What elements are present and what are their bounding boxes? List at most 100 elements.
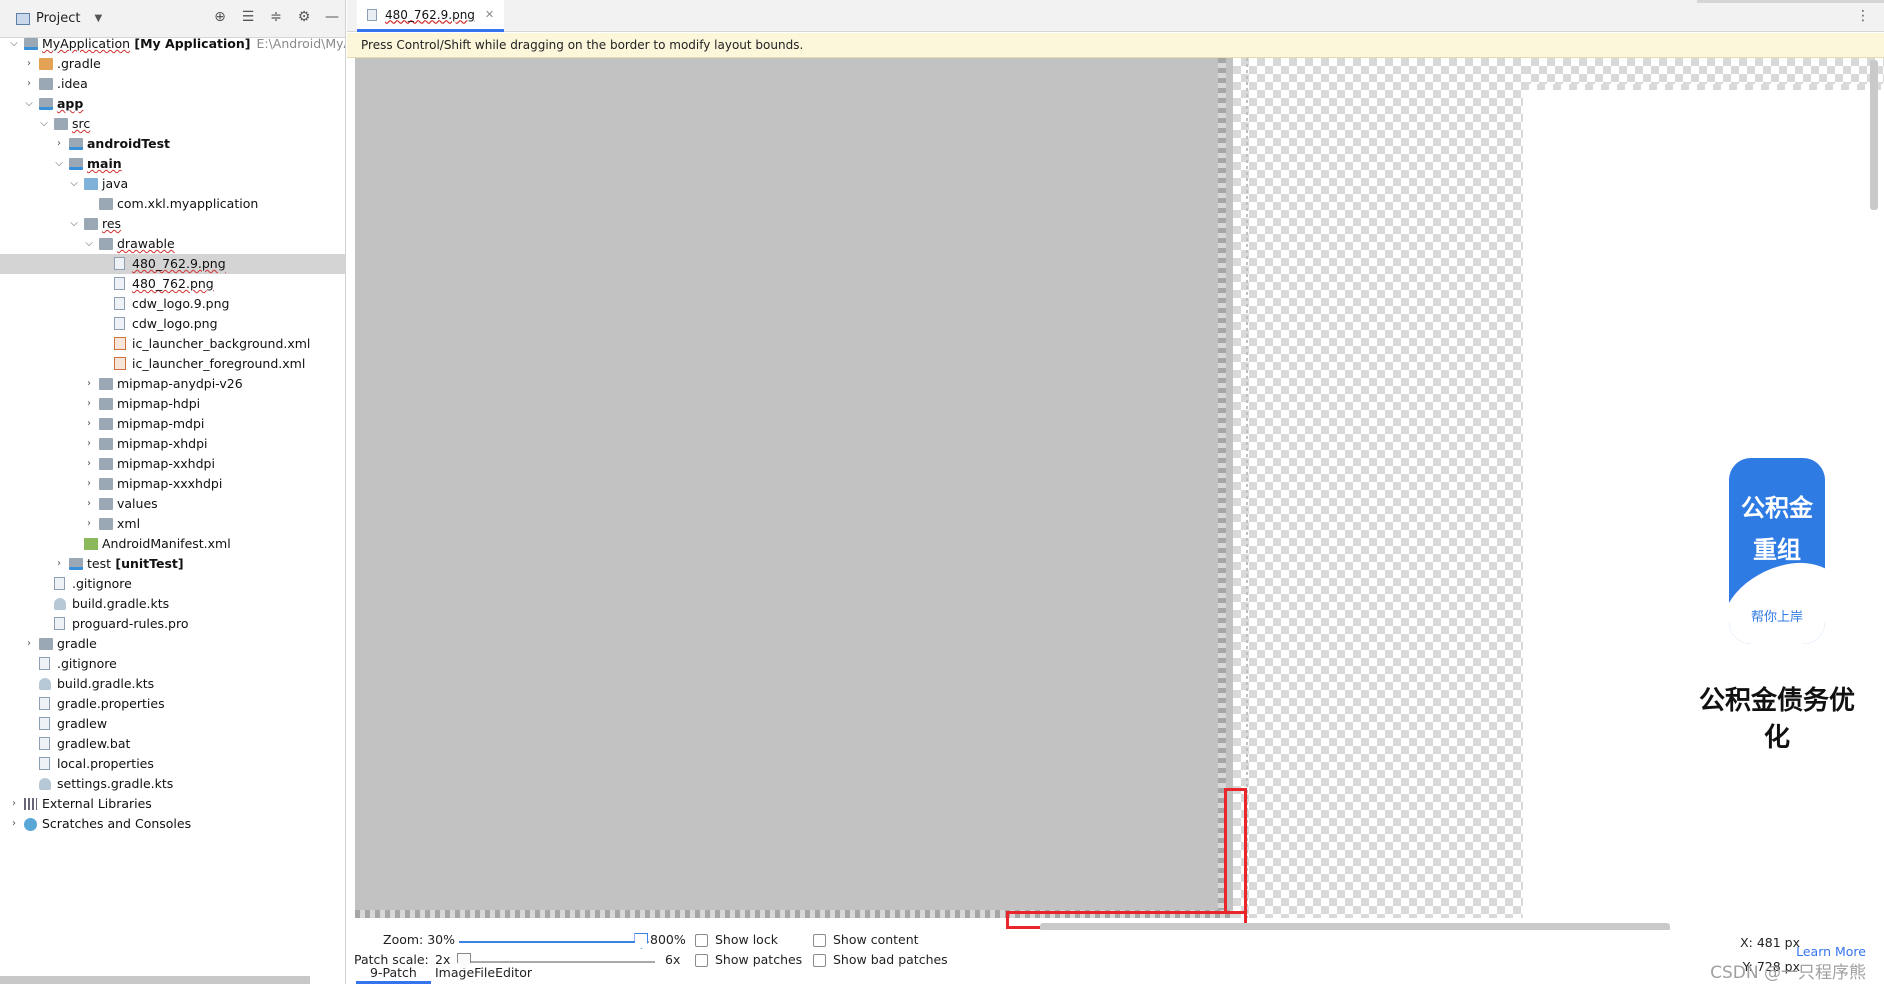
project-view-selector[interactable]: Project xyxy=(36,11,80,26)
tree-item[interactable]: › .idea xyxy=(0,74,345,94)
tree-item-label: mipmap-xhdpi xyxy=(117,436,208,451)
folder-icon xyxy=(99,478,113,490)
tree-item[interactable]: proguard-rules.pro xyxy=(0,614,345,634)
tree-item[interactable]: › gradle xyxy=(0,634,345,654)
tree-item[interactable]: .gitignore xyxy=(0,654,345,674)
image-transparent-top xyxy=(1523,58,1884,84)
tree-item[interactable]: cdw_logo.9.png xyxy=(0,294,345,314)
tree-item[interactable]: ⌵ MyApplication [My Application] E:\Androi… xyxy=(0,34,345,54)
horizontal-scrollbar[interactable] xyxy=(0,976,310,984)
tree-item[interactable]: › mipmap-hdpi xyxy=(0,394,345,414)
chevron-down-icon[interactable]: ▼ xyxy=(94,13,102,24)
tree-item[interactable]: .gitignore xyxy=(0,574,345,594)
tree-item[interactable]: cdw_logo.png xyxy=(0,314,345,334)
chevron-right-icon[interactable]: › xyxy=(83,414,95,434)
tree-item[interactable]: › androidTest xyxy=(0,134,345,154)
tree-item[interactable]: ⌵ main xyxy=(0,154,345,174)
chevron-down-icon[interactable]: ⌵ xyxy=(83,234,95,254)
ninepatch-canvas[interactable]: 公积金 重组 帮你上岸 公积金债务优化 xyxy=(355,58,1884,929)
tree-item[interactable]: › .gradle xyxy=(0,54,345,74)
folder-icon xyxy=(99,498,113,510)
tree-item[interactable]: 480_762.9.png xyxy=(0,254,345,274)
chevron-down-icon[interactable]: ⌵ xyxy=(68,214,80,234)
chevron-right-icon[interactable]: › xyxy=(83,374,95,394)
tree-item-label: com.xkl.myapplication xyxy=(117,196,259,211)
tree-item[interactable]: 480_762.png xyxy=(0,274,345,294)
chevron-down-icon[interactable]: ⌵ xyxy=(8,34,20,54)
chevron-right-icon[interactable]: › xyxy=(83,434,95,454)
tree-item[interactable]: › External Libraries xyxy=(0,794,345,814)
logo-line-2: 重组 xyxy=(1753,536,1801,564)
tree-item[interactable]: › mipmap-xxxhdpi xyxy=(0,474,345,494)
chevron-right-icon[interactable]: › xyxy=(83,474,95,494)
tree-item-label: mipmap-hdpi xyxy=(117,396,201,411)
tree-item[interactable]: gradlew xyxy=(0,714,345,734)
tree-item[interactable]: AndroidManifest.xml xyxy=(0,534,345,554)
tree-item[interactable]: › Scratches and Consoles xyxy=(0,814,345,834)
tree-item[interactable]: ⌵ res xyxy=(0,214,345,234)
chevron-down-icon[interactable]: ⌵ xyxy=(23,94,35,114)
tree-item-label: res xyxy=(102,216,122,231)
hide-icon[interactable]: — xyxy=(324,9,340,25)
tree-item[interactable]: › values xyxy=(0,494,345,514)
tree-item[interactable]: build.gradle.kts xyxy=(0,674,345,694)
tree-item[interactable]: ic_launcher_background.xml xyxy=(0,334,345,354)
chevron-right-icon[interactable]: › xyxy=(83,514,95,534)
chevron-down-icon[interactable]: ⌵ xyxy=(68,174,80,194)
tree-item-label: mipmap-xxhdpi xyxy=(117,456,215,471)
tree-item[interactable]: gradle.properties xyxy=(0,694,345,714)
tree-item[interactable]: › xml xyxy=(0,514,345,534)
tab-9-patch[interactable]: 9-Patch xyxy=(356,964,431,984)
file-icon xyxy=(114,317,125,330)
learn-more-link[interactable]: Learn More xyxy=(1796,944,1866,959)
tab-image-file-editor[interactable]: ImageFileEditor xyxy=(421,964,546,984)
chevron-right-icon[interactable]: › xyxy=(23,74,35,94)
tree-item[interactable]: ⌵ src xyxy=(0,114,345,134)
patch-scale-slider-track[interactable] xyxy=(457,961,655,963)
canvas-background xyxy=(355,58,1233,918)
show-lock-checkbox[interactable] xyxy=(695,934,708,947)
tree-item[interactable]: › mipmap-xxhdpi xyxy=(0,454,345,474)
chevron-right-icon[interactable]: › xyxy=(53,554,65,574)
more-options-icon[interactable]: ⋮ xyxy=(1856,8,1870,24)
tree-item-label: 480_762.9.png xyxy=(132,256,226,271)
editor-tab-480_762.9.png[interactable]: 480_762.9.png ✕ xyxy=(357,0,505,32)
chevron-right-icon[interactable]: › xyxy=(8,794,20,814)
tree-item[interactable]: com.xkl.myapplication xyxy=(0,194,345,214)
zoom-slider-knob[interactable] xyxy=(634,933,649,949)
show-content-checkbox[interactable] xyxy=(813,934,826,947)
chevron-down-icon[interactable]: ⌵ xyxy=(53,154,65,174)
chevron-right-icon[interactable]: › xyxy=(23,54,35,74)
gear-icon[interactable]: ⚙ xyxy=(296,9,312,25)
tree-item-label: build.gradle.kts xyxy=(57,676,155,691)
expand-all-icon[interactable]: ☰ xyxy=(240,9,256,25)
tree-item[interactable]: › mipmap-anydpi-v26 xyxy=(0,374,345,394)
chevron-right-icon[interactable]: › xyxy=(8,814,20,834)
tree-item[interactable]: › mipmap-xhdpi xyxy=(0,434,345,454)
chevron-right-icon[interactable]: › xyxy=(83,494,95,514)
tree-item-label: cdw_logo.png xyxy=(132,316,218,331)
tree-item[interactable]: local.properties xyxy=(0,754,345,774)
tree-item[interactable]: › mipmap-mdpi xyxy=(0,414,345,434)
chevron-right-icon[interactable]: › xyxy=(53,134,65,154)
chevron-down-icon[interactable]: ⌵ xyxy=(38,114,50,134)
tree-item-label: .gradle xyxy=(57,56,101,71)
tree-item[interactable]: ⌵ java xyxy=(0,174,345,194)
tree-item[interactable]: ⌵ drawable xyxy=(0,234,345,254)
tree-item[interactable]: gradlew.bat xyxy=(0,734,345,754)
folder-icon xyxy=(99,238,113,250)
tree-item[interactable]: build.gradle.kts xyxy=(0,594,345,614)
collapse-all-icon[interactable]: ≑ xyxy=(268,9,284,25)
project-panel: Project ▼ ⊕ ☰ ≑ ⚙ — ⌵ MyApplication [My A… xyxy=(0,0,346,984)
folder-icon xyxy=(99,438,113,450)
close-icon[interactable]: ✕ xyxy=(485,8,494,21)
chevron-right-icon[interactable]: › xyxy=(83,454,95,474)
tree-item[interactable]: settings.gradle.kts xyxy=(0,774,345,794)
tree-item[interactable]: ⌵ app xyxy=(0,94,345,114)
chevron-right-icon[interactable]: › xyxy=(23,634,35,654)
chevron-right-icon[interactable]: › xyxy=(83,394,95,414)
tree-item[interactable]: › test [unitTest] xyxy=(0,554,345,574)
tree-item[interactable]: ic_launcher_foreground.xml xyxy=(0,354,345,374)
locate-icon[interactable]: ⊕ xyxy=(212,9,228,25)
canvas-vertical-scrollbar[interactable] xyxy=(1870,60,1878,210)
